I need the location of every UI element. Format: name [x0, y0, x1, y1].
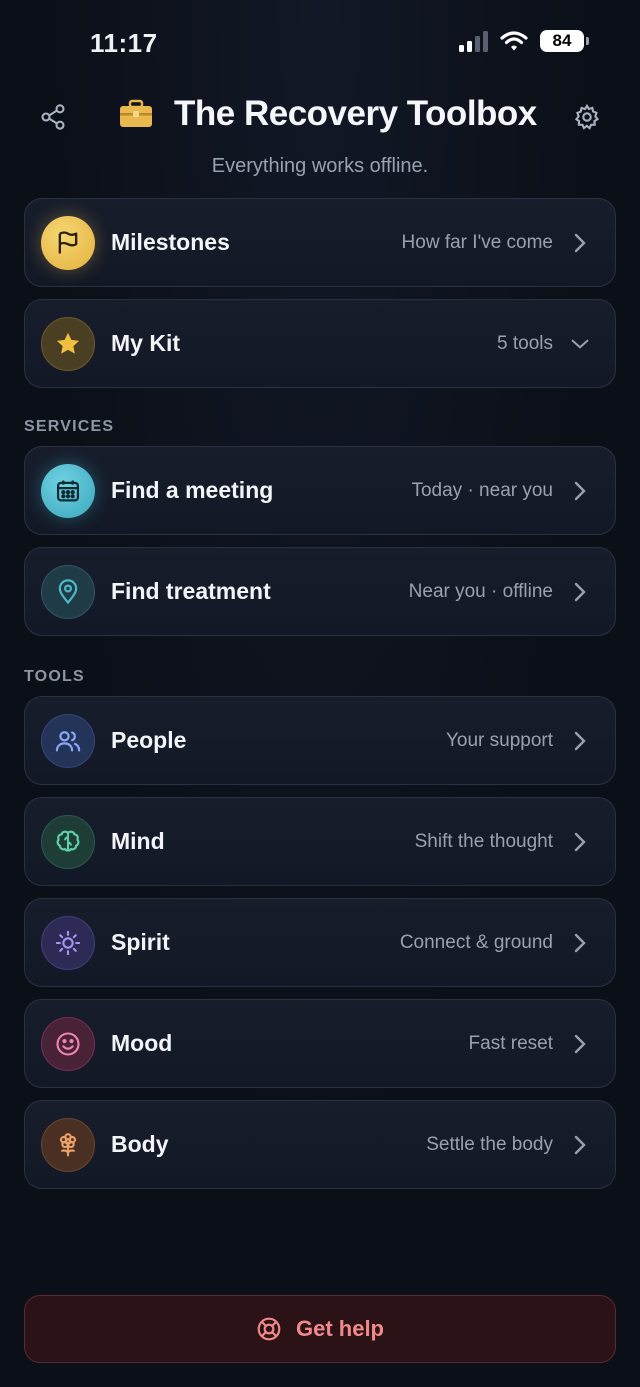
mood-label: Mood — [111, 1030, 173, 1056]
body-label: Body — [111, 1131, 169, 1157]
page-subtitle: Everything works offline. — [211, 155, 429, 177]
cell-signal-icon — [459, 30, 488, 52]
chevron-right-icon — [571, 1135, 589, 1154]
tools-heading: TOOLS — [24, 668, 85, 685]
services-heading: SERVICES — [24, 418, 115, 435]
smile-icon — [41, 1016, 95, 1071]
find-meeting-label: Find a meeting — [111, 477, 274, 503]
find-treatment-hint: Near you · offline — [408, 580, 553, 602]
chevron-right-icon — [571, 582, 589, 601]
share-icon — [41, 104, 65, 130]
settings-button[interactable] — [570, 100, 604, 134]
battery-icon: 84 — [540, 30, 589, 52]
sun-icon — [41, 915, 95, 970]
share-button[interactable] — [36, 100, 70, 134]
people-card[interactable]: People Your support — [24, 696, 616, 785]
battery-level: 84 — [552, 31, 572, 50]
chevron-right-icon — [571, 832, 589, 851]
flag-icon — [41, 215, 95, 270]
status-indicators: 84 — [459, 30, 589, 52]
find-meeting-card[interactable]: Find a meeting Today · near you — [24, 446, 616, 535]
chevron-right-icon — [571, 481, 589, 500]
flower-icon — [41, 1117, 95, 1172]
title-wrap: The Recovery Toolbox — [118, 94, 537, 134]
mood-hint: Fast reset — [468, 1032, 553, 1054]
my-kit-label: My Kit — [111, 330, 180, 356]
body-card[interactable]: Body Settle the body — [24, 1100, 616, 1189]
milestones-label: Milestones — [111, 229, 230, 255]
get-help-button[interactable]: Get help — [24, 1295, 616, 1363]
chevron-right-icon — [571, 1034, 589, 1053]
chevron-down-icon — [571, 335, 589, 353]
body-hint: Settle the body — [426, 1133, 553, 1155]
chevron-right-icon — [571, 233, 589, 252]
people-label: People — [111, 727, 187, 753]
mind-label: Mind — [111, 828, 165, 854]
toolbox-icon — [118, 96, 154, 132]
chevron-right-icon — [571, 731, 589, 750]
my-kit-hint: 5 tools — [497, 332, 553, 354]
milestones-card[interactable]: Milestones How far I've come — [24, 198, 616, 287]
milestones-hint: How far I've come — [401, 231, 553, 253]
brain-icon — [41, 814, 95, 869]
screen: 11:17 84 The Recovery Toolbox Everything… — [0, 0, 640, 1387]
spirit-card[interactable]: Spirit Connect & ground — [24, 898, 616, 987]
find-treatment-label: Find treatment — [111, 578, 271, 604]
spirit-label: Spirit — [111, 929, 170, 955]
get-help-label: Get help — [295, 1316, 384, 1341]
spirit-hint: Connect & ground — [399, 931, 553, 953]
star-icon — [41, 316, 95, 371]
status-time: 11:17 — [90, 28, 158, 58]
page-title: The Recovery Toolbox — [174, 94, 537, 133]
chevron-right-icon — [571, 933, 589, 952]
map-pin-icon — [41, 564, 95, 619]
find-meeting-hint: Today · near you — [411, 479, 553, 501]
people-hint: Your support — [445, 729, 553, 751]
header: The Recovery Toolbox — [0, 88, 640, 148]
calendar-icon — [41, 463, 95, 518]
lifebuoy-icon — [257, 1317, 281, 1341]
mood-card[interactable]: Mood Fast reset — [24, 999, 616, 1088]
mind-hint: Shift the thought — [414, 830, 553, 852]
gear-icon — [574, 103, 600, 130]
mind-card[interactable]: Mind Shift the thought — [24, 797, 616, 886]
wifi-icon — [500, 31, 528, 51]
find-treatment-card[interactable]: Find treatment Near you · offline — [24, 547, 616, 636]
people-icon — [41, 713, 95, 768]
my-kit-card[interactable]: My Kit 5 tools — [24, 299, 616, 388]
